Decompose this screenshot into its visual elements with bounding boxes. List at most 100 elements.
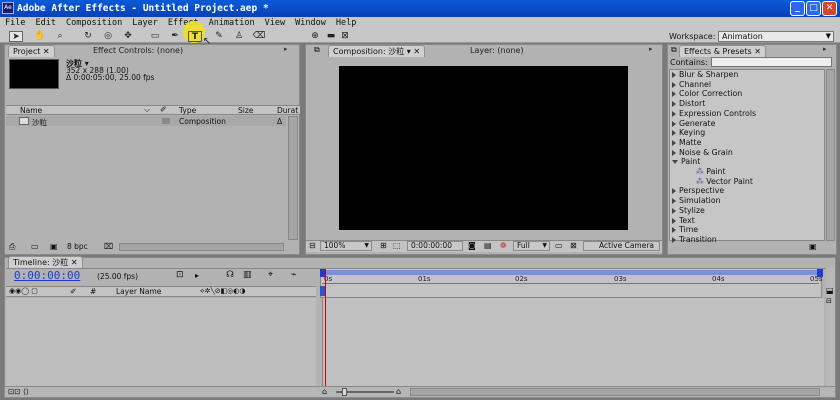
hand-tool-icon[interactable]: ✋ — [33, 31, 47, 42]
live-update-icon[interactable]: ▸ — [195, 271, 199, 280]
close-icon[interactable]: ✕ — [754, 47, 761, 56]
tab-effects-presets[interactable]: Effects & Presets ✕ — [679, 45, 766, 57]
pan-behind-tool-icon[interactable]: ✥ — [121, 31, 135, 42]
tab-layer[interactable]: Layer: (none) — [470, 45, 524, 57]
timeline-horizontal-scrollbar[interactable] — [410, 388, 820, 396]
magnification-dropdown[interactable]: 100% ▼ — [320, 241, 372, 251]
timeline-current-time[interactable]: 0:00:00:00 — [14, 269, 80, 282]
column-name[interactable]: Name — [20, 106, 42, 115]
lock-panel-icon[interactable]: ⧉ — [671, 45, 677, 55]
effect-category-generate[interactable]: Generate — [672, 119, 715, 129]
clone-stamp-tool-icon[interactable]: ♙ — [232, 31, 246, 42]
safe-zones-icon[interactable]: ⊞ — [380, 241, 387, 250]
expand-triangle-icon[interactable] — [672, 227, 676, 234]
interpret-footage-icon[interactable]: ⎙ — [9, 242, 15, 252]
layer-name-header[interactable]: Layer Name — [116, 287, 161, 296]
effect-category-stylize[interactable]: Stylize — [672, 206, 705, 216]
workspace-dropdown[interactable]: Animation ▼ — [718, 31, 834, 42]
effect-category-keying[interactable]: Keying — [672, 128, 705, 138]
comp-button-icon[interactable]: ⊟ — [826, 297, 832, 305]
expand-triangle-icon[interactable] — [672, 198, 676, 205]
expand-triangle-icon[interactable] — [672, 217, 676, 224]
close-icon[interactable]: ✕ — [43, 47, 50, 56]
effects-search-input[interactable] — [711, 57, 832, 67]
always-preview-icon[interactable]: ⊟ — [309, 241, 316, 250]
transparency-grid-icon[interactable]: ⊠ — [570, 241, 577, 250]
menu-edit[interactable]: Edit — [30, 17, 60, 30]
effect-category-time[interactable]: Time — [672, 225, 698, 235]
rotation-tool-icon[interactable]: ↻ — [81, 31, 95, 42]
switches-icon[interactable]: ⟡✲╲⊘◧◎◐◑ — [200, 287, 246, 296]
menu-composition[interactable]: Composition — [61, 17, 127, 30]
label-column-icon[interactable]: ✐ — [70, 287, 76, 296]
effect-category-perspective[interactable]: Perspective — [672, 186, 724, 196]
expand-triangle-icon[interactable] — [672, 130, 676, 137]
tab-timeline[interactable]: Timeline: 沙粒 ✕ — [8, 256, 83, 268]
menu-layer[interactable]: Layer — [127, 17, 163, 30]
tab-project[interactable]: Project ✕ — [8, 45, 55, 57]
expand-triangle-icon[interactable] — [672, 139, 676, 146]
new-folder-icon[interactable]: ▭ — [31, 242, 39, 251]
expand-triangle-icon[interactable] — [672, 207, 676, 214]
snapshot-icon[interactable]: ◙ — [468, 241, 476, 250]
effect-category-color-correction[interactable]: Color Correction — [672, 89, 742, 99]
effects-vertical-scrollbar[interactable] — [826, 69, 835, 241]
draft-3d-icon[interactable]: ☊ — [226, 270, 234, 280]
camera-view-dropdown[interactable]: Active Camera — [583, 241, 660, 251]
playhead-line[interactable] — [325, 269, 326, 386]
work-area-bar[interactable] — [323, 270, 820, 275]
effect-category-distort[interactable]: Distort — [672, 99, 705, 109]
region-of-interest-icon[interactable]: ▭ — [555, 241, 563, 250]
project-horizontal-scrollbar[interactable] — [119, 243, 284, 251]
expand-triangle-icon[interactable] — [672, 188, 676, 195]
column-type[interactable]: Type — [179, 106, 196, 115]
composition-mini-flowchart-icon[interactable]: ⊡ — [176, 270, 184, 280]
expand-triangle-icon[interactable] — [672, 72, 676, 78]
effect-category-expression-controls[interactable]: Expression Controls — [672, 109, 756, 119]
expand-triangle-icon[interactable] — [672, 110, 676, 117]
effect-category-noise-grain[interactable]: Noise & Grain — [672, 148, 733, 158]
effect-category-matte[interactable]: Matte — [672, 138, 701, 148]
menu-view[interactable]: View — [260, 17, 290, 30]
effect-item-paint[interactable]: ⁂ Paint — [696, 167, 726, 177]
new-folder-icon[interactable]: ▣ — [809, 242, 817, 251]
av-features-icon[interactable]: ◉◉◯ ▢ — [9, 287, 38, 295]
brush-tool-icon[interactable]: ✎ — [212, 31, 226, 42]
close-icon[interactable]: ✕ — [71, 258, 78, 267]
expand-triangle-icon[interactable] — [672, 91, 676, 98]
menu-window[interactable]: Window — [290, 17, 331, 30]
label-color-swatch[interactable] — [162, 118, 170, 124]
sort-chevron-icon[interactable]: ⌵ — [144, 105, 150, 115]
effect-category-transition[interactable]: Transition — [672, 235, 717, 245]
local-axis-mode-icon[interactable]: ⊕ — [308, 31, 322, 42]
close-icon[interactable]: ✕ — [413, 47, 420, 56]
expand-triangle-icon[interactable] — [672, 236, 676, 243]
panel-menu-icon[interactable]: ▸ — [823, 45, 827, 53]
effect-category-simulation[interactable]: Simulation — [672, 196, 721, 206]
column-duration[interactable]: Durat — [277, 106, 298, 115]
maximize-button[interactable]: □ — [806, 1, 821, 16]
timeline-track-area[interactable] — [322, 298, 824, 386]
panel-menu-icon[interactable]: ▸ — [649, 45, 653, 53]
pen-tool-icon[interactable]: ✒ — [168, 31, 182, 42]
expand-triangle-icon[interactable] — [672, 101, 676, 108]
comp-marker-icon[interactable]: ⬓ — [826, 286, 834, 295]
table-row[interactable] — [6, 116, 286, 126]
expand-triangle-icon[interactable] — [672, 149, 676, 156]
expand-collapse-panes-icon[interactable]: ⊡⊡ ⟨⟩ — [8, 387, 29, 396]
view-axis-mode-icon[interactable]: ⊠ — [338, 31, 352, 42]
current-time-display[interactable]: 0:00:00:00 — [407, 241, 463, 251]
menu-file[interactable]: File — [0, 17, 30, 30]
lock-viewer-icon[interactable]: ⧉ — [314, 45, 320, 55]
menu-animation[interactable]: Animation — [204, 17, 260, 30]
project-vertical-scrollbar[interactable] — [288, 116, 298, 240]
effect-item-vector-paint[interactable]: ⁂ Vector Paint — [696, 177, 753, 187]
show-channel-icon[interactable]: ❁ — [500, 241, 507, 250]
orbit-camera-tool-icon[interactable]: ◎ — [101, 31, 115, 42]
effect-category-paint[interactable]: Paint — [672, 157, 700, 167]
resolution-dropdown[interactable]: Full ▼ — [513, 241, 550, 251]
minimize-button[interactable]: _ — [790, 1, 805, 16]
eraser-tool-icon[interactable]: ⌫ — [252, 31, 266, 42]
selection-tool-icon[interactable]: ➤ — [9, 31, 23, 42]
show-snapshot-icon[interactable]: ▤ — [484, 241, 492, 250]
